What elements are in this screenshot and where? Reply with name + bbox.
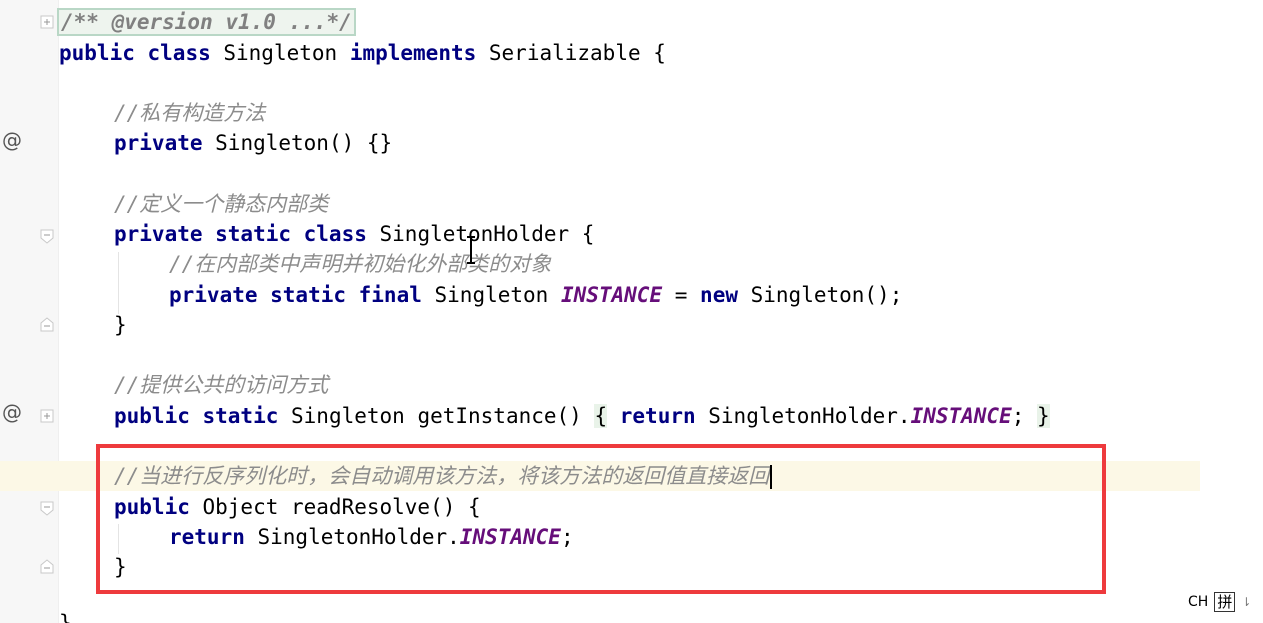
keyword: private static class <box>114 222 367 246</box>
interface-name: Serializable { <box>476 41 666 65</box>
comment: //私有构造方法 <box>114 101 266 125</box>
semicolon: ; <box>1011 404 1038 428</box>
code-line-comment[interactable]: //定义一个静态内部类 <box>114 189 328 219</box>
code-line-comment[interactable]: //私有构造方法 <box>114 98 265 128</box>
keyword: implements <box>349 41 477 65</box>
static-field: INSTANCE <box>910 404 1012 428</box>
inner-class-name: SingletonHolder { <box>366 222 595 246</box>
static-field: INSTANCE <box>560 283 663 307</box>
code-line-constructor[interactable]: private Singleton() {} <box>114 128 392 158</box>
fold-collapse-icon[interactable] <box>40 228 54 244</box>
folded-brace-open[interactable]: { <box>594 404 608 428</box>
indent-guide <box>118 252 119 314</box>
code-line-inner-class[interactable]: private static class SingletonHolder { <box>114 219 594 249</box>
fold-expand-icon[interactable] <box>40 408 54 424</box>
code-line-doc-comment[interactable]: /** @version v1.0 ...*/ <box>57 7 356 37</box>
comment: //在内部类中声明并初始化外部类的对象 <box>169 252 552 276</box>
method-signature: Singleton getInstance() <box>278 404 595 428</box>
ime-indicator[interactable]: CH 拼 ⇂ <box>1182 588 1258 616</box>
ime-language[interactable]: CH <box>1188 594 1208 610</box>
keyword: private static final <box>169 283 422 307</box>
text-cursor-icon <box>466 236 476 264</box>
editor-gutter <box>0 0 59 623</box>
code-line-comment[interactable]: //提供公共的访问方式 <box>114 370 328 400</box>
code-line-comment[interactable]: //在内部类中声明并初始化外部类的对象 <box>169 249 551 279</box>
override-marker-icon[interactable]: @ <box>2 128 22 152</box>
closing-brace: } <box>114 313 127 337</box>
ime-mode-icon[interactable]: 拼 <box>1214 592 1236 612</box>
constructor-call: Singleton(); <box>737 283 903 307</box>
code-line-closing-brace[interactable]: } <box>114 310 127 340</box>
comment: //定义一个静态内部类 <box>114 192 329 216</box>
comment: //提供公共的访问方式 <box>114 373 329 397</box>
code-line-get-instance[interactable]: public static Singleton getInstance() { … <box>114 401 1050 431</box>
class-name: Singleton <box>210 41 350 65</box>
keyword: new <box>700 283 738 307</box>
keyword: class <box>147 41 211 65</box>
fold-expand-icon[interactable] <box>40 14 54 30</box>
type-name: Singleton <box>421 283 561 307</box>
keyword: public static <box>114 404 279 428</box>
fold-end-icon[interactable] <box>40 317 54 333</box>
holder-reference: SingletonHolder. <box>695 404 911 428</box>
override-marker-icon[interactable]: @ <box>2 400 22 424</box>
constructor-signature: Singleton() {} <box>202 131 393 155</box>
code-line-class-declaration[interactable]: public class Singleton implements Serial… <box>59 38 666 68</box>
fold-end-icon[interactable] <box>40 559 54 575</box>
keyword: public <box>59 41 135 65</box>
annotation-highlight-box <box>96 444 1106 594</box>
ime-arrow-icon[interactable]: ⇂ <box>1241 595 1251 609</box>
assign-operator: = <box>662 283 701 307</box>
folded-doc-comment[interactable]: /** @version v1.0 ...*/ <box>57 8 356 36</box>
code-line-instance-field[interactable]: private static final Singleton INSTANCE … <box>169 280 902 310</box>
code-line-class-closing-brace[interactable]: } <box>59 608 72 623</box>
keyword: return <box>619 404 696 428</box>
folded-brace-close[interactable]: } <box>1037 404 1050 428</box>
fold-collapse-icon[interactable] <box>40 500 54 516</box>
keyword: private <box>114 131 203 155</box>
closing-brace: } <box>59 611 72 623</box>
